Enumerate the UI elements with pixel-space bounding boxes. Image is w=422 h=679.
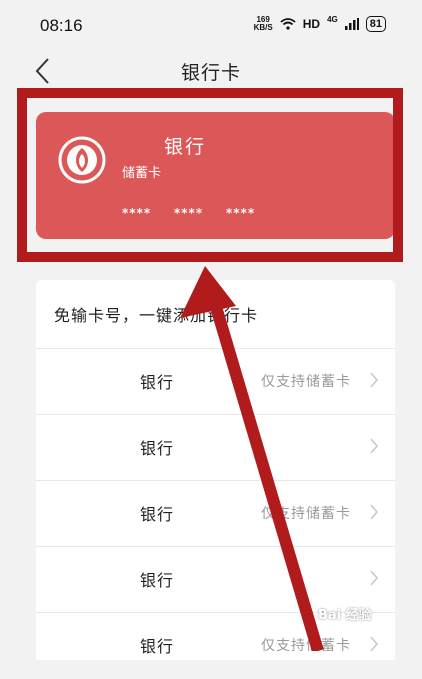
chevron-right-icon — [370, 372, 378, 388]
bank-list-item[interactable]: 银行 仅支持储蓄卡 — [36, 480, 395, 547]
bank-list-item[interactable]: 银行 仅支持储蓄卡 — [36, 348, 395, 415]
status-bar: 08:16 169 KB/S HD 4G 81 — [0, 0, 422, 50]
quick-add-list: 免输卡号，一键添加银行卡 银行 仅支持储蓄卡 银行 银行 仅支持储蓄卡 银行 银… — [36, 280, 395, 660]
status-indicators: 169 KB/S HD 4G 81 — [254, 14, 386, 32]
list-header: 免输卡号，一键添加银行卡 — [54, 306, 259, 325]
battery-icon: 81 — [365, 16, 386, 32]
list-item-bank: 银行 — [140, 505, 175, 524]
network-type: 4G — [327, 14, 338, 24]
status-time: 08:16 — [40, 16, 83, 35]
watermark: Bai 经验 — [318, 608, 372, 623]
list-item-note: 仅支持储蓄卡 — [261, 374, 351, 390]
chevron-right-icon — [370, 504, 378, 520]
list-item-bank: 银行 — [140, 571, 175, 590]
network-speed-unit: KB/S — [253, 23, 273, 32]
list-item-bank: 银行 — [140, 637, 175, 656]
bank-list-item[interactable]: 银行 — [36, 546, 395, 613]
hd-label: HD — [302, 17, 321, 31]
list-item-bank: 银行 — [140, 439, 175, 458]
bank-list-item[interactable]: 银行 — [36, 414, 395, 481]
highlight-frame — [17, 88, 403, 262]
network-speed: 169 KB/S — [254, 16, 273, 32]
page-title: 银行卡 — [180, 62, 241, 84]
list-item-note: 仅支持储蓄卡 — [261, 638, 351, 654]
wifi-icon — [280, 18, 296, 30]
chevron-right-icon — [370, 636, 378, 652]
list-item-bank: 银行 — [140, 373, 175, 392]
list-item-note: 仅支持储蓄卡 — [261, 506, 351, 522]
chevron-right-icon — [370, 438, 378, 454]
signal-icon — [344, 18, 359, 30]
chevron-right-icon — [370, 570, 378, 586]
nav-bar: 银行卡 — [0, 50, 422, 90]
